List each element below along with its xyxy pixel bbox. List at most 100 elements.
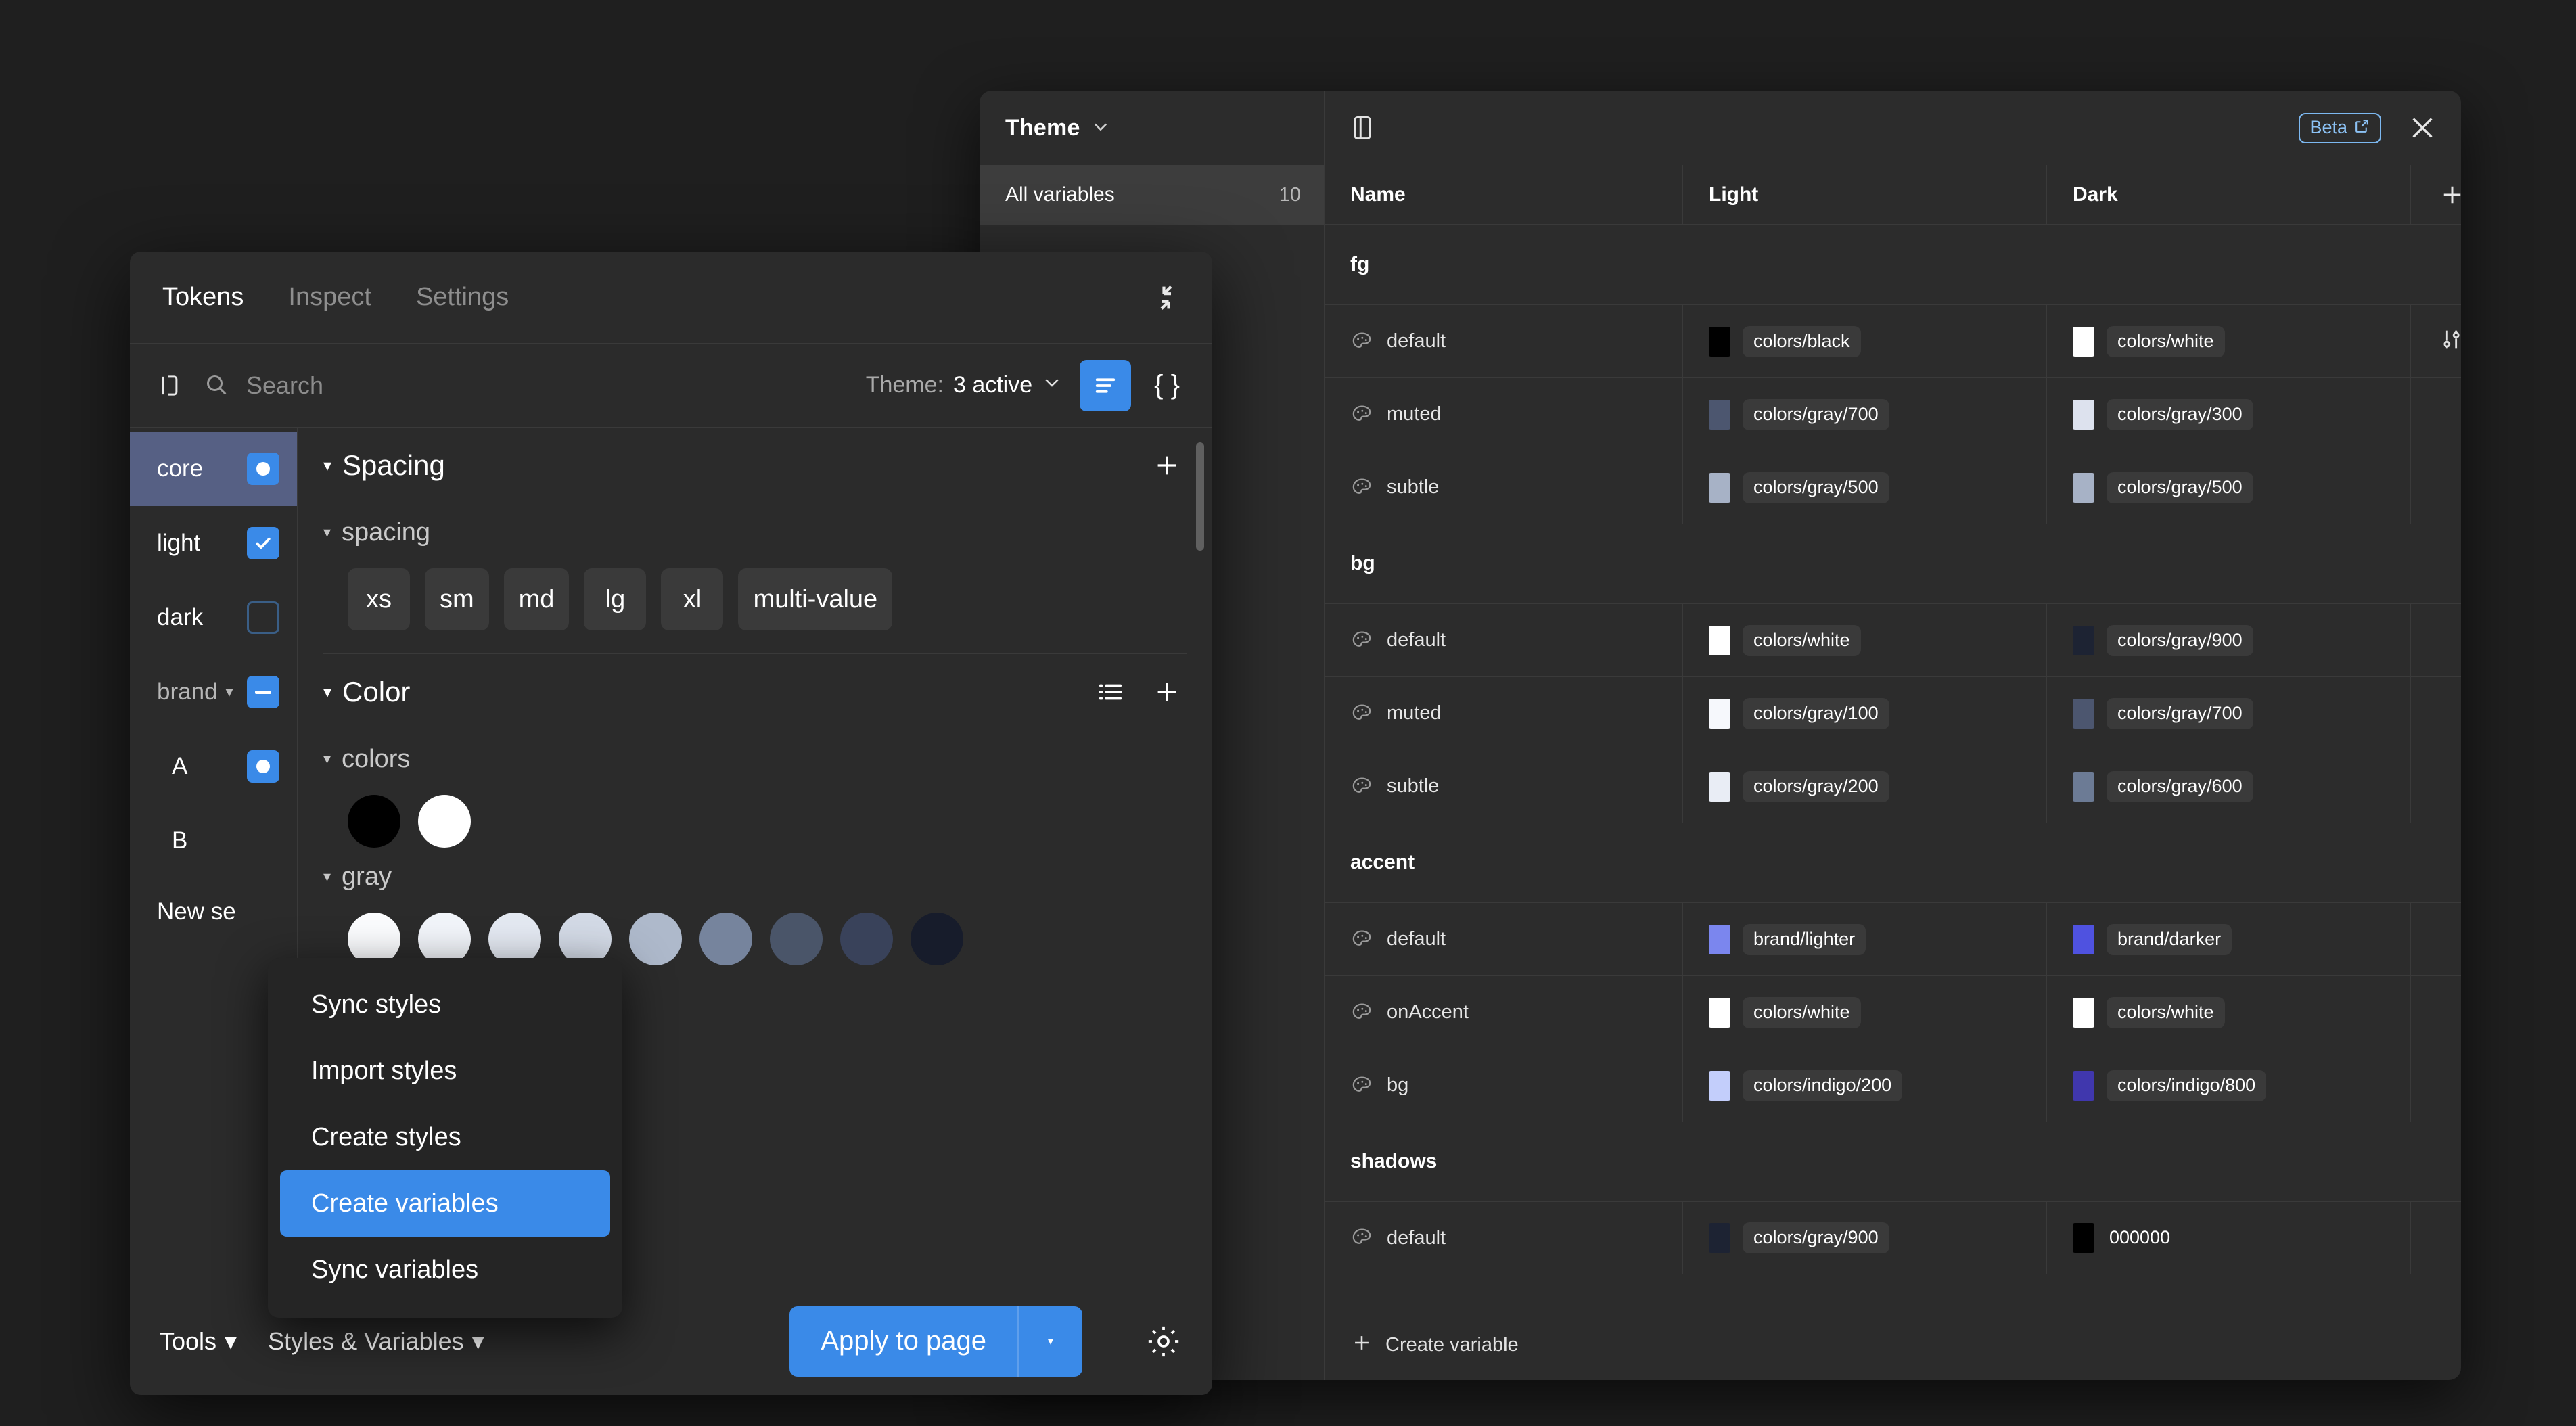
variable-value-light[interactable]: colors/gray/200 xyxy=(1683,750,2047,823)
token-set-toggle[interactable] xyxy=(247,601,279,634)
gray-token-swatch[interactable] xyxy=(911,913,963,965)
variable-row[interactable]: default colors/white colors/gray/900 xyxy=(1325,603,2461,676)
tools-menu[interactable]: Tools ▾ xyxy=(160,1327,237,1356)
theme-dropdown[interactable]: Theme: 3 active xyxy=(866,372,1062,398)
add-token-button[interactable] xyxy=(1151,450,1182,481)
list-view-toggle[interactable] xyxy=(1080,359,1132,411)
variable-row[interactable]: bg colors/indigo/200 colors/indigo/800 xyxy=(1325,1049,2461,1122)
color-token-swatch[interactable] xyxy=(348,795,400,848)
spacing-token-multi-value[interactable]: multi-value xyxy=(738,568,893,630)
variable-row[interactable]: muted colors/gray/700 colors/gray/300 xyxy=(1325,377,2461,451)
variable-row-actions[interactable] xyxy=(2411,677,2461,750)
gray-token-swatch[interactable] xyxy=(770,913,823,965)
variable-value-light[interactable]: colors/gray/100 xyxy=(1683,677,2047,750)
token-set-brand[interactable]: brand ▾ xyxy=(130,655,297,729)
search-input[interactable] xyxy=(246,371,848,400)
variable-value-light[interactable]: colors/indigo/200 xyxy=(1683,1049,2047,1122)
context-menu-item-sync-styles[interactable]: Sync styles xyxy=(280,971,610,1038)
tab-settings[interactable]: Settings xyxy=(416,283,509,312)
beta-badge[interactable]: Beta xyxy=(2299,112,2381,143)
token-group-header-spacing[interactable]: ▾ spacing xyxy=(298,503,1212,561)
variable-value-dark[interactable]: colors/indigo/800 xyxy=(2047,1049,2411,1122)
tab-inspect[interactable]: Inspect xyxy=(288,283,371,312)
color-token-swatch[interactable] xyxy=(418,795,471,848)
context-menu-item-create-variables[interactable]: Create variables xyxy=(280,1170,610,1237)
token-set-dark[interactable]: dark xyxy=(130,580,297,655)
token-set-toggle[interactable] xyxy=(247,676,279,708)
variable-value-dark[interactable]: 000000 xyxy=(2047,1202,2411,1274)
content-scrollbar[interactable] xyxy=(1196,442,1204,551)
search-field[interactable] xyxy=(203,371,848,400)
variable-row-actions[interactable] xyxy=(2411,451,2461,524)
close-icon[interactable] xyxy=(2407,112,2438,143)
list-view-icon[interactable] xyxy=(1095,676,1126,708)
variable-value-dark[interactable]: colors/white xyxy=(2047,305,2411,377)
variable-row-actions[interactable] xyxy=(2411,976,2461,1049)
token-set-light[interactable]: light xyxy=(130,506,297,580)
collapse-diagonal-icon[interactable] xyxy=(1147,279,1185,317)
spacing-token-xl[interactable]: xl xyxy=(661,568,724,630)
gear-icon[interactable] xyxy=(1145,1322,1182,1360)
token-group-header-gray[interactable]: ▾ gray xyxy=(298,848,1212,906)
gray-token-swatch[interactable] xyxy=(840,913,893,965)
variable-value-light[interactable]: colors/gray/500 xyxy=(1683,451,2047,524)
tab-tokens[interactable]: Tokens xyxy=(162,283,244,312)
variable-row-actions[interactable] xyxy=(2411,1202,2461,1274)
caret-down-icon[interactable]: ▾ xyxy=(323,750,331,768)
variable-row[interactable]: muted colors/gray/100 colors/gray/700 xyxy=(1325,676,2461,750)
gray-token-swatch[interactable] xyxy=(699,913,752,965)
spacing-token-sm[interactable]: sm xyxy=(425,568,489,630)
variable-row[interactable]: onAccent colors/white colors/white xyxy=(1325,975,2461,1049)
token-set-toggle[interactable] xyxy=(247,453,279,485)
variable-row[interactable]: default brand/lighter brand/darker xyxy=(1325,902,2461,975)
collection-all-variables[interactable]: All variables 10 xyxy=(980,165,1324,225)
variable-row-actions[interactable] xyxy=(2411,1049,2461,1122)
panel-layout-icon[interactable] xyxy=(1348,113,1377,143)
variable-value-dark[interactable]: colors/gray/600 xyxy=(2047,750,2411,823)
variable-value-dark[interactable]: colors/gray/500 xyxy=(2047,451,2411,524)
variable-value-light[interactable]: colors/black xyxy=(1683,305,2047,377)
styles-variables-menu[interactable]: Styles & Variables ▾ xyxy=(268,1327,484,1356)
variable-row[interactable]: subtle colors/gray/200 colors/gray/600 xyxy=(1325,750,2461,823)
variable-value-light[interactable]: brand/lighter xyxy=(1683,903,2047,975)
variable-value-dark[interactable]: colors/gray/700 xyxy=(2047,677,2411,750)
caret-down-icon[interactable]: ▾ xyxy=(323,683,331,702)
variable-row-actions[interactable] xyxy=(2411,378,2461,451)
add-color-token-button[interactable] xyxy=(1151,676,1182,708)
add-mode-button[interactable] xyxy=(2411,165,2461,224)
variable-row-actions[interactable] xyxy=(2411,305,2461,377)
gray-token-swatch[interactable] xyxy=(629,913,682,965)
variable-row[interactable]: default colors/black colors/white xyxy=(1325,304,2461,377)
variable-row-actions[interactable] xyxy=(2411,903,2461,975)
variable-value-dark[interactable]: colors/gray/900 xyxy=(2047,604,2411,676)
token-set-core[interactable]: core xyxy=(130,432,297,506)
spacing-token-md[interactable]: md xyxy=(503,568,570,630)
variable-row-actions[interactable] xyxy=(2411,750,2461,823)
token-set-toggle[interactable] xyxy=(247,750,279,783)
spacing-token-lg[interactable]: lg xyxy=(584,568,647,630)
token-group-header-colors[interactable]: ▾ colors xyxy=(298,730,1212,788)
theme-selector[interactable]: Theme xyxy=(980,91,1325,165)
variable-value-light[interactable]: colors/white xyxy=(1683,604,2047,676)
variable-value-dark[interactable]: colors/gray/300 xyxy=(2047,378,2411,451)
variable-value-dark[interactable]: colors/white xyxy=(2047,976,2411,1049)
apply-to-page-button[interactable]: Apply to page xyxy=(789,1306,1017,1377)
caret-down-icon[interactable]: ▾ xyxy=(323,868,331,886)
variable-row-actions[interactable] xyxy=(2411,604,2461,676)
sliders-icon[interactable] xyxy=(2438,326,2461,356)
token-set-b[interactable]: B xyxy=(130,804,297,878)
caret-down-icon[interactable]: ▾ xyxy=(323,456,331,476)
section-header-spacing[interactable]: ▾ Spacing xyxy=(298,428,1212,503)
section-header-color[interactable]: ▾ Color xyxy=(298,654,1212,730)
context-menu-item-sync-variables[interactable]: Sync variables xyxy=(280,1237,610,1303)
token-set-toggle[interactable] xyxy=(247,527,279,559)
variable-value-light[interactable]: colors/white xyxy=(1683,976,2047,1049)
apply-options-caret[interactable]: ▾ xyxy=(1017,1306,1082,1377)
spacing-token-xs[interactable]: xs xyxy=(348,568,410,630)
context-menu-item-import-styles[interactable]: Import styles xyxy=(280,1038,610,1104)
caret-down-icon[interactable]: ▾ xyxy=(226,683,233,701)
variable-row[interactable]: subtle colors/gray/500 colors/gray/500 xyxy=(1325,451,2461,524)
caret-down-icon[interactable]: ▾ xyxy=(323,524,331,541)
variable-value-dark[interactable]: brand/darker xyxy=(2047,903,2411,975)
variable-row[interactable]: default colors/gray/900 000000 xyxy=(1325,1201,2461,1274)
